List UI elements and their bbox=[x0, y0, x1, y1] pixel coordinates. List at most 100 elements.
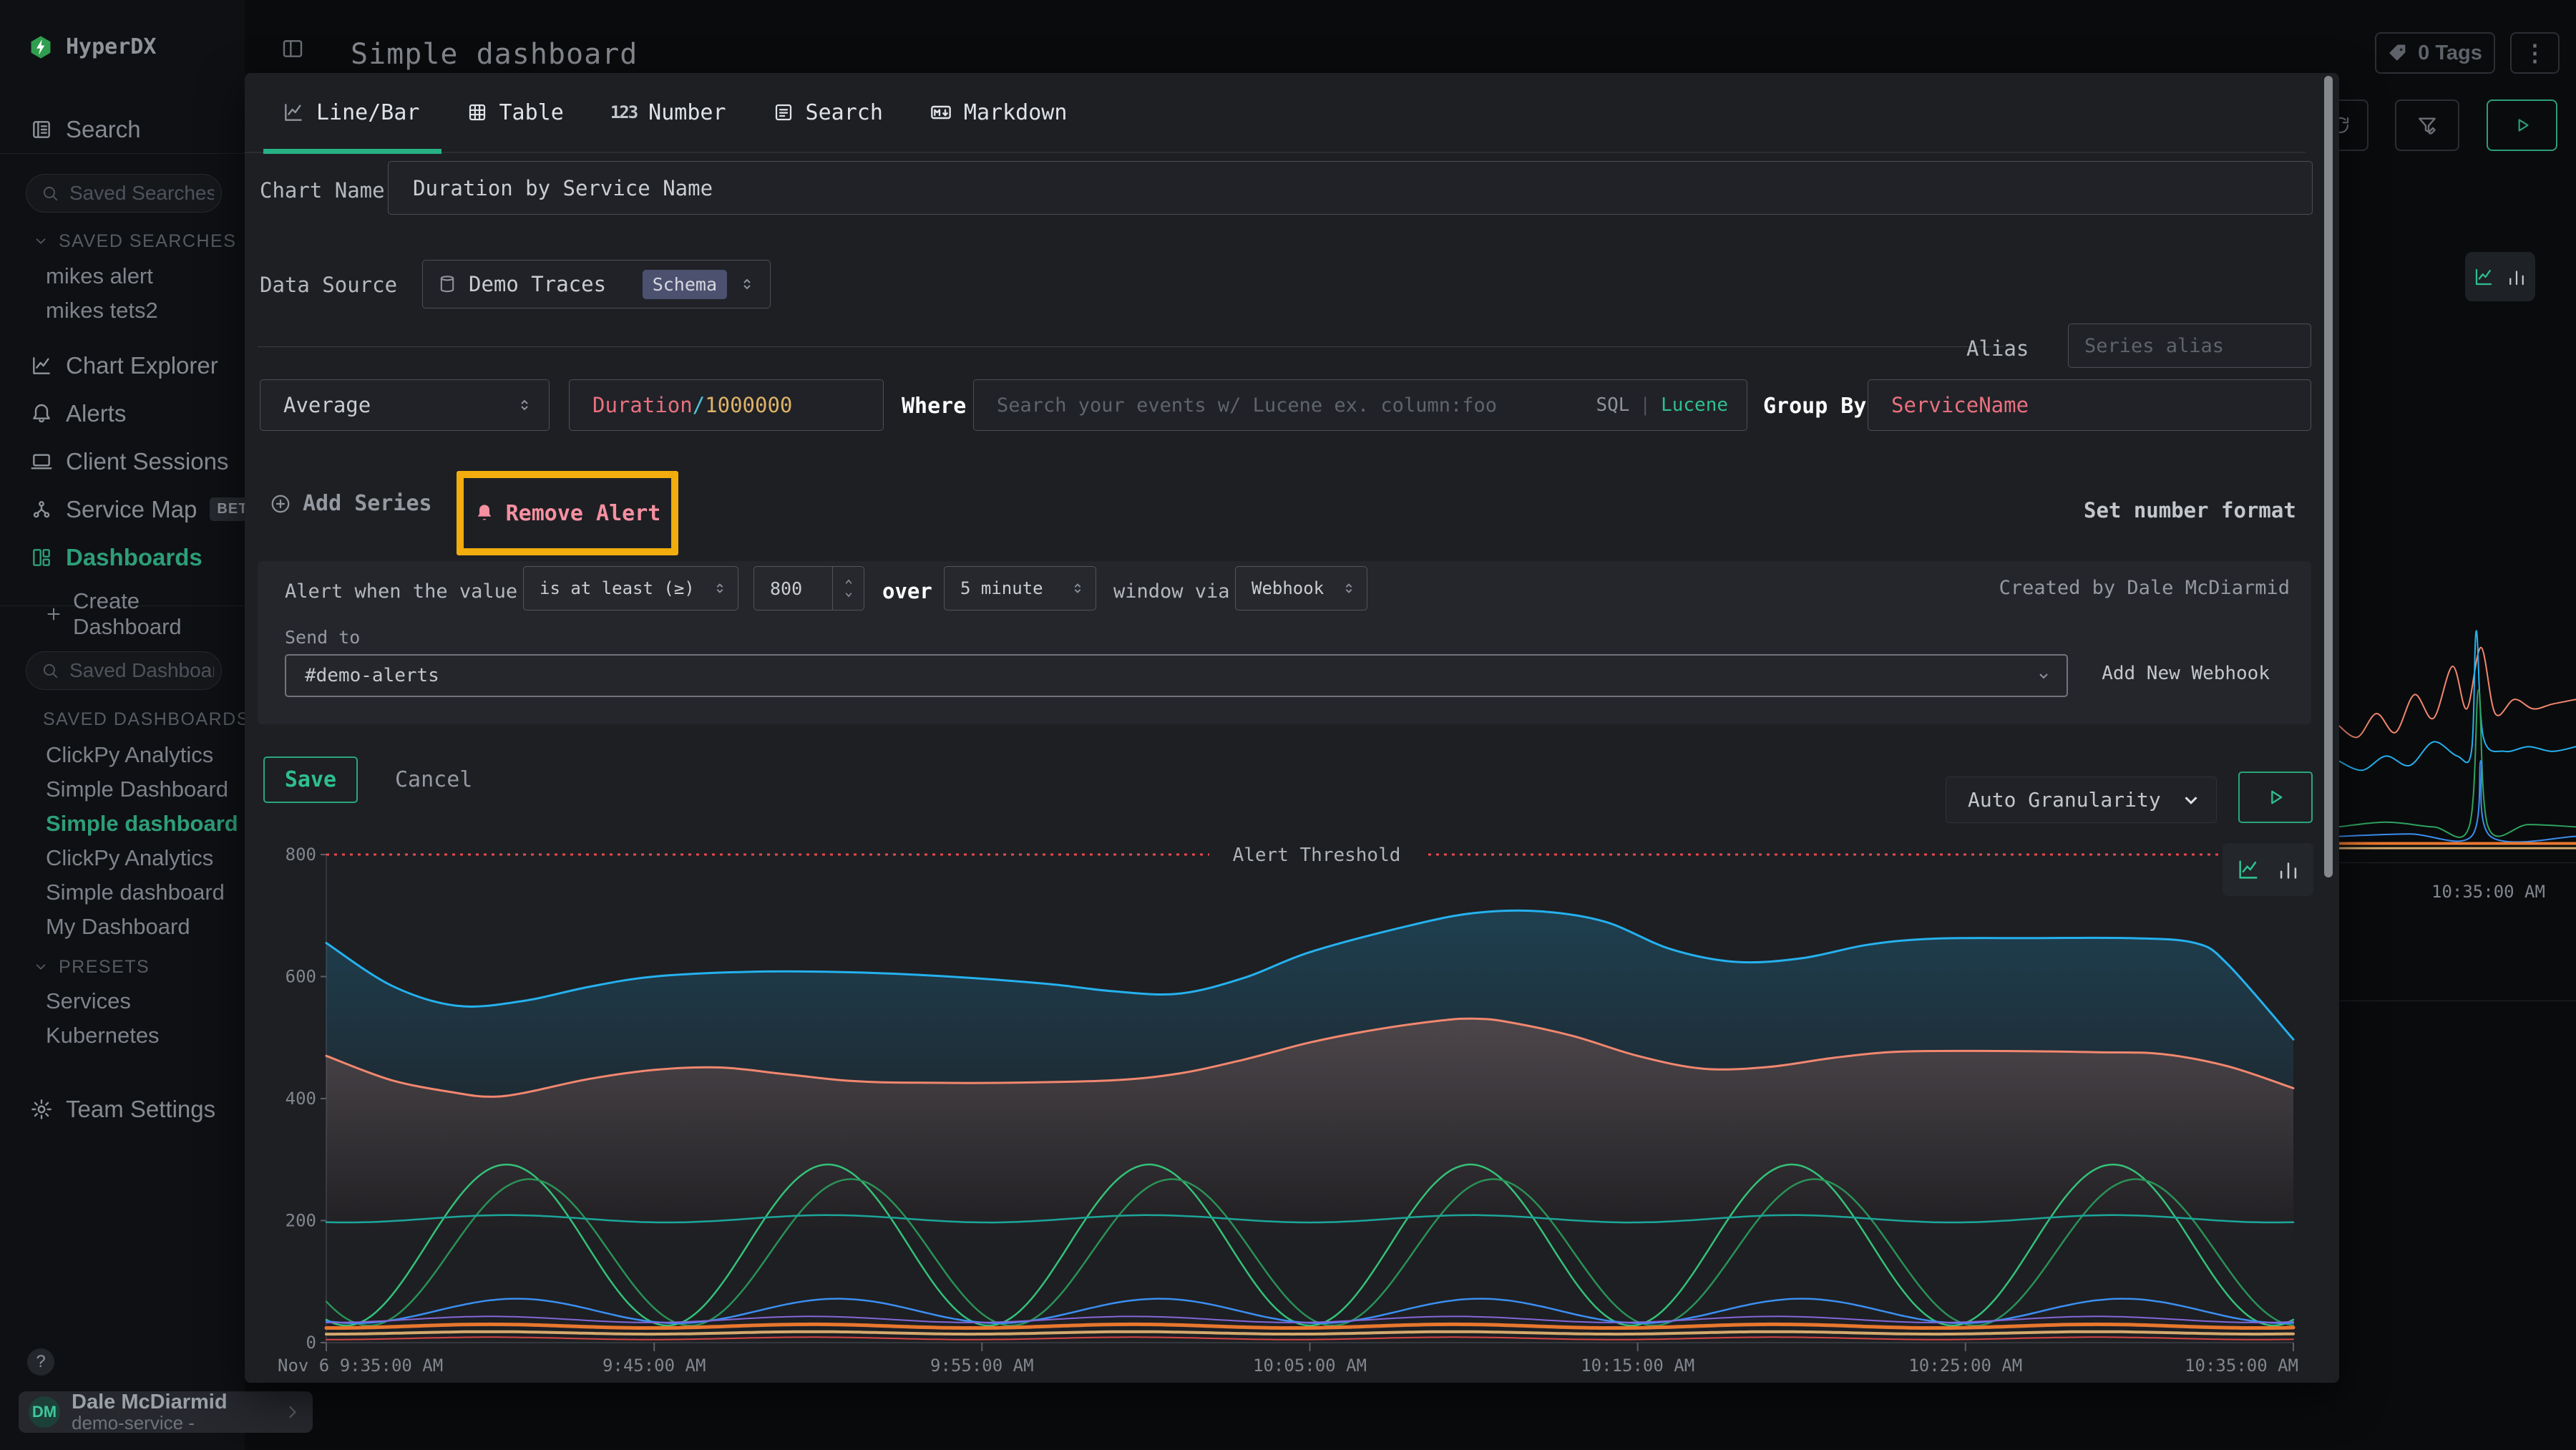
alert-config-panel: Alert when the value is at least (≥) 800… bbox=[258, 561, 2311, 724]
laptop-icon bbox=[30, 450, 53, 473]
hyperdx-logo-icon bbox=[29, 35, 53, 59]
granularity-select[interactable]: Auto Granularity bbox=[1946, 777, 2217, 823]
user-meta: Dale McDiarmid demo-service - bbox=[72, 1391, 271, 1433]
saved-search-item[interactable]: mikes alert bbox=[0, 259, 245, 293]
line-chart-icon bbox=[2473, 266, 2494, 288]
svg-text:400: 400 bbox=[286, 1089, 316, 1109]
saved-search-item[interactable]: mikes tets2 bbox=[0, 293, 245, 328]
remove-alert-button[interactable]: Remove Alert bbox=[474, 501, 661, 526]
user-menu[interactable]: DM Dale McDiarmid demo-service - bbox=[19, 1391, 313, 1433]
save-button[interactable]: Save bbox=[263, 756, 358, 803]
run-query-button[interactable] bbox=[2487, 99, 2557, 151]
create-dashboard-button[interactable]: Create Dashboard bbox=[0, 595, 245, 633]
chart-type-toggle[interactable] bbox=[2223, 843, 2313, 896]
svg-text:200: 200 bbox=[286, 1211, 316, 1231]
sidebar-item-search[interactable]: Search bbox=[0, 106, 245, 153]
svg-text:9:45:00 AM: 9:45:00 AM bbox=[602, 1356, 706, 1376]
saved-dashboard-item[interactable]: Simple Dashboard bbox=[0, 772, 245, 807]
alert-threshold-input[interactable]: 800 bbox=[753, 566, 864, 610]
sidebar-item-chart-explorer[interactable]: Chart Explorer bbox=[0, 341, 245, 389]
saved-dashboards-list: ClickPy AnalyticsSimple DashboardSimple … bbox=[0, 738, 245, 944]
set-number-format-button[interactable]: Set number format bbox=[2084, 498, 2296, 522]
select-chevrons-icon bbox=[1070, 580, 1085, 596]
background-time-label: 10:35:00 AM bbox=[2431, 882, 2545, 902]
user-name: Dale McDiarmid bbox=[72, 1391, 271, 1413]
select-chevrons-icon bbox=[516, 396, 533, 414]
presets-header[interactable]: PRESETS bbox=[33, 956, 248, 978]
sidebar-item-label: Chart Explorer bbox=[66, 352, 218, 379]
send-to-select[interactable]: #demo-alerts bbox=[285, 654, 2068, 697]
svg-text:Nov 6 9:35:00 AM: Nov 6 9:35:00 AM bbox=[278, 1356, 443, 1376]
markdown-icon bbox=[930, 101, 952, 124]
data-source-select[interactable]: Demo Traces Schema bbox=[422, 260, 771, 308]
event-search-input[interactable]: Search your events w/ Lucene ex. column:… bbox=[973, 379, 1747, 431]
remove-alert-highlight: Remove Alert bbox=[457, 471, 678, 555]
saved-dashboard-item[interactable]: My Dashboard bbox=[0, 910, 245, 944]
chart-name-input[interactable]: Duration by Service Name bbox=[388, 161, 2313, 215]
dashboards-icon bbox=[30, 546, 53, 569]
more-options-button[interactable]: ⋮ bbox=[2510, 32, 2560, 74]
tab-search[interactable]: Search bbox=[773, 72, 883, 152]
query-language-switch[interactable]: SQL | Lucene bbox=[1596, 394, 1728, 416]
play-icon bbox=[2513, 116, 2532, 135]
sidebar-collapse-icon[interactable] bbox=[281, 37, 304, 60]
saved-dashboards-header[interactable]: SAVED DASHBOARDS bbox=[33, 709, 248, 730]
sidebar-item-dashboards[interactable]: Dashboards bbox=[0, 533, 245, 581]
alert-condition-select[interactable]: is at least (≥) bbox=[523, 566, 738, 610]
alert-channel-select[interactable]: Webhook bbox=[1235, 566, 1367, 610]
stepper-down-icon bbox=[842, 588, 855, 601]
presets-list: ServicesKubernetes bbox=[0, 984, 245, 1053]
modal-scrollbar[interactable] bbox=[2324, 76, 2333, 877]
aggregation-select[interactable]: Average bbox=[260, 379, 550, 431]
saved-searches-search[interactable]: Saved Searches bbox=[26, 174, 222, 213]
brand-name: HyperDX bbox=[66, 34, 156, 59]
field-expression-input[interactable]: Duration/1000000 bbox=[569, 379, 884, 431]
background-chart bbox=[2338, 601, 2576, 866]
saved-dashboard-item[interactable]: Simple dashboard bbox=[0, 875, 245, 910]
play-icon bbox=[2265, 787, 2285, 807]
tags-button[interactable]: 0 Tags bbox=[2375, 32, 2495, 74]
sidebar-item-client-sessions[interactable]: Client Sessions bbox=[0, 437, 245, 485]
run-chart-button[interactable] bbox=[2238, 772, 2313, 823]
saved-dashboard-item[interactable]: ClickPy Analytics bbox=[0, 738, 245, 772]
saved-searches-header[interactable]: SAVED SEARCHES bbox=[33, 230, 248, 252]
add-series-button[interactable]: Add Series bbox=[270, 491, 432, 516]
number-stepper[interactable] bbox=[832, 567, 864, 610]
preset-item[interactable]: Services bbox=[0, 984, 245, 1018]
cancel-button[interactable]: Cancel bbox=[395, 767, 472, 792]
group-by-label: Group By bbox=[1763, 394, 1867, 419]
svg-text:800: 800 bbox=[286, 845, 316, 865]
group-by-input[interactable]: ServiceName bbox=[1868, 379, 2311, 431]
sidebar-item-team-settings[interactable]: Team Settings bbox=[0, 1086, 245, 1133]
sidebar-item-alerts[interactable]: Alerts bbox=[0, 389, 245, 437]
edit-chart-modal: Line/BarTable123NumberSearchMarkdown Cha… bbox=[245, 73, 2339, 1383]
bell-icon bbox=[474, 503, 494, 523]
select-chevrons-icon bbox=[738, 276, 756, 293]
sidebar-item-service-map[interactable]: Service MapBETA bbox=[0, 485, 245, 533]
tab-line-bar[interactable]: Line/Bar bbox=[282, 72, 420, 152]
sidebar-item-label: Dashboards bbox=[66, 544, 203, 571]
select-chevrons-icon bbox=[712, 580, 728, 596]
preset-item[interactable]: Kubernetes bbox=[0, 1018, 245, 1053]
chart-area: 0200400600800Nov 6 9:35:00 AM9:45:00 AM9… bbox=[258, 830, 2323, 1383]
saved-dashboard-item[interactable]: ClickPy Analytics bbox=[0, 841, 245, 875]
lucene-option[interactable]: Lucene bbox=[1661, 394, 1728, 416]
series-alias-input[interactable]: Series alias bbox=[2068, 323, 2311, 368]
add-new-webhook-button[interactable]: Add New Webhook bbox=[2102, 663, 2270, 684]
saved-dashboard-item[interactable]: Simple dashboard bbox=[0, 807, 245, 841]
saved-dashboards-search[interactable]: Saved Dashboards bbox=[26, 651, 222, 690]
tab-table[interactable]: Table bbox=[467, 72, 564, 152]
tab-number[interactable]: 123Number bbox=[610, 72, 726, 152]
svg-text:0: 0 bbox=[306, 1333, 316, 1353]
sql-option[interactable]: SQL bbox=[1596, 394, 1629, 416]
alert-window-select[interactable]: 5 minute bbox=[944, 566, 1096, 610]
magnifier-icon bbox=[41, 661, 59, 680]
tab-label: Line/Bar bbox=[316, 100, 420, 125]
brand-logo[interactable]: HyperDX bbox=[29, 34, 156, 59]
data-source-label: Data Source bbox=[260, 273, 397, 297]
help-button[interactable]: ? bbox=[27, 1348, 54, 1376]
filter-button[interactable] bbox=[2395, 99, 2459, 151]
bg-chart-type-toggle[interactable] bbox=[2465, 252, 2535, 301]
tab-label: Markdown bbox=[964, 100, 1068, 125]
tab-markdown[interactable]: Markdown bbox=[930, 72, 1068, 152]
